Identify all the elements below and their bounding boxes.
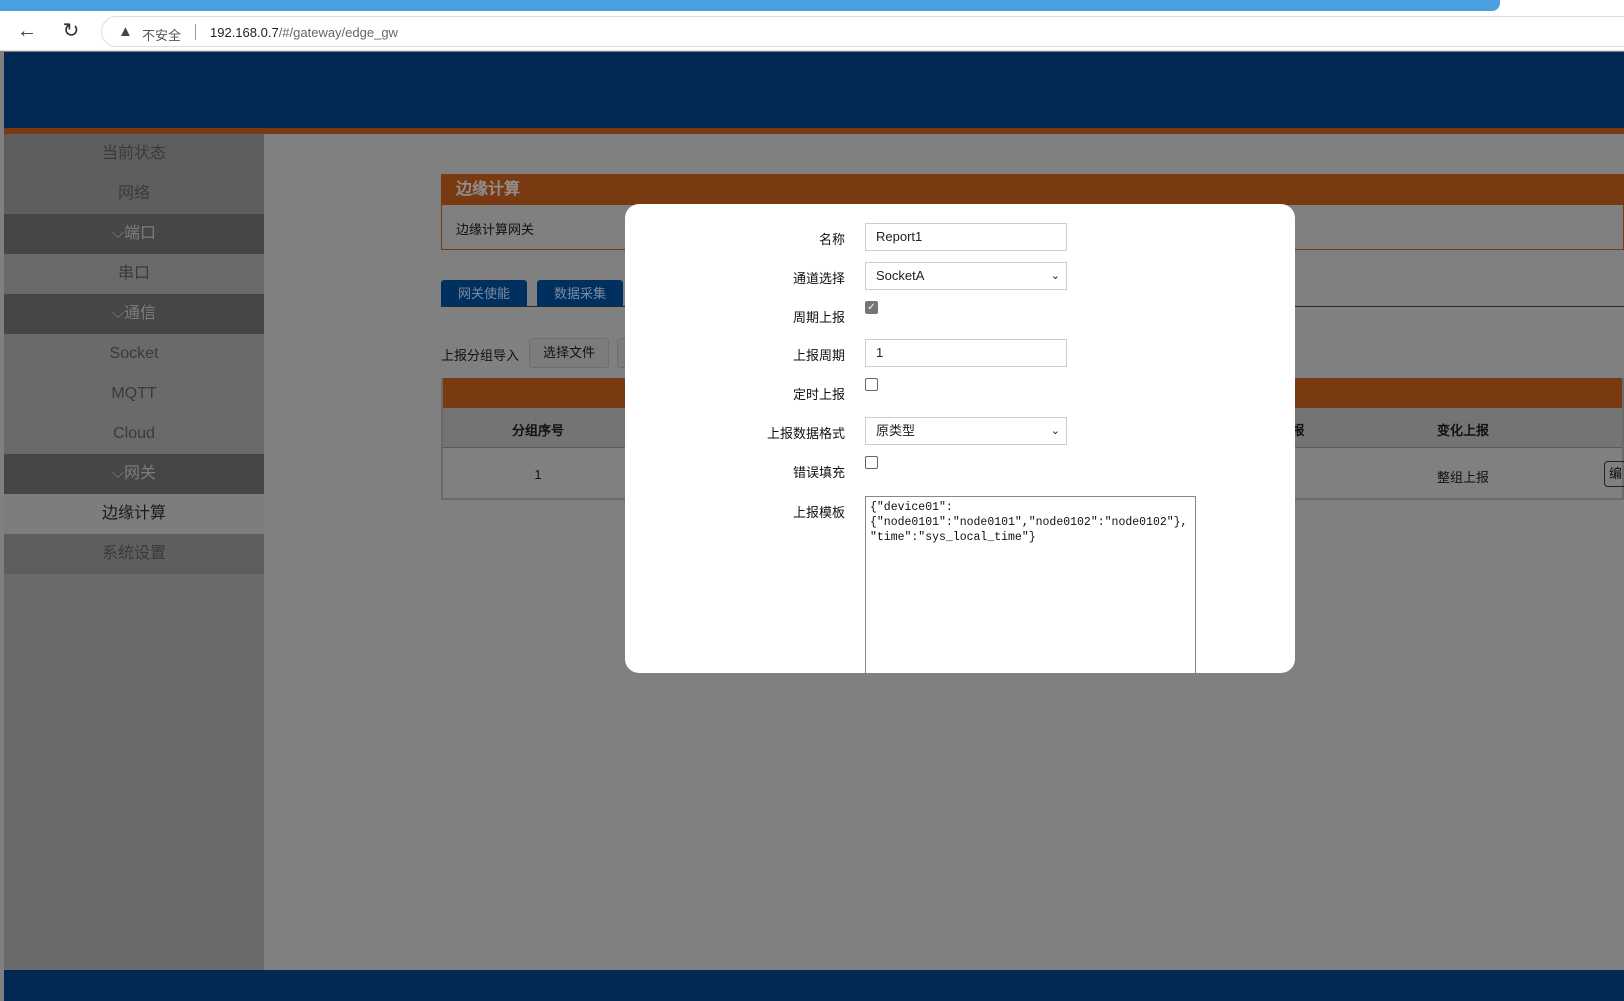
sidebar-item-socket[interactable]: Socket [4, 334, 264, 374]
format-select[interactable]: 原类型 ⌄ [865, 417, 1067, 445]
period-label: 上报周期 [792, 348, 845, 363]
edit-button[interactable]: 编辑 [1604, 461, 1624, 487]
col-change-report: 变化上报 [1436, 423, 1489, 438]
sidebar-group-gateway[interactable]: ⌵网关 [4, 454, 264, 494]
periodic-checkbox[interactable]: ✓ [865, 301, 878, 314]
report-edit-dialog: 名称 Report1 通道选择 SocketA ⌄ 周期上报 ✓ 上报周期 1 定… [625, 204, 1295, 673]
url-host: 192.168.0.7 [210, 25, 279, 40]
period-input[interactable]: 1 [865, 339, 1067, 367]
sidebar-group-comm[interactable]: ⌵通信 [4, 294, 264, 334]
tab-data-collection[interactable]: 数据采集 [537, 280, 623, 307]
name-input[interactable]: Report1 [865, 223, 1067, 251]
sidebar-item-serial[interactable]: 串口 [4, 254, 264, 294]
sidebar-item-cloud[interactable]: Cloud [4, 414, 264, 454]
cell-change-report: 整组上报 [1436, 470, 1489, 485]
name-label: 名称 [818, 232, 845, 247]
sidebar-item-edge-computing[interactable]: 边缘计算 [4, 494, 264, 534]
back-icon[interactable]: ← [15, 19, 39, 43]
sidebar: 当前状态 网络 ⌵端口 串口 ⌵通信 Socket MQTT Cloud ⌵网关… [4, 134, 264, 970]
browser-toolbar: ← ↻ ▲ 不安全 192.168.0.7/#/gateway/edge_gw [0, 11, 1624, 51]
url-text[interactable]: 192.168.0.7/#/gateway/edge_gw [210, 25, 398, 40]
panel-title: 边缘计算 [442, 175, 1623, 205]
app-footer [4, 970, 1624, 1001]
template-textarea[interactable]: {"device01": {"node0101":"node0101","nod… [865, 496, 1196, 673]
sidebar-group-port[interactable]: ⌵端口 [4, 214, 264, 254]
sidebar-item-system-settings[interactable]: 系统设置 [4, 534, 264, 574]
address-bar[interactable]: ▲ 不安全 192.168.0.7/#/gateway/edge_gw [101, 16, 1624, 47]
chevron-down-icon: ⌄ [1050, 270, 1060, 282]
security-label: 不安全 [142, 28, 182, 43]
cell-group-no: 1 [534, 467, 542, 482]
channel-value: SocketA [876, 268, 925, 283]
url-path: /#/gateway/edge_gw [278, 25, 398, 40]
choose-file-button[interactable]: 选择文件 [529, 338, 610, 368]
error-fill-checkbox[interactable] [865, 456, 878, 469]
import-label: 上报分组导入 [441, 348, 520, 363]
channel-label: 通道选择 [792, 271, 845, 286]
error-fill-label: 错误填充 [792, 465, 845, 480]
chevron-down-icon: ⌄ [1050, 425, 1060, 437]
channel-select[interactable]: SocketA ⌄ [865, 262, 1067, 290]
template-label: 上报模板 [792, 505, 845, 520]
sidebar-item-status[interactable]: 当前状态 [4, 134, 264, 174]
sidebar-item-mqtt[interactable]: MQTT [4, 374, 264, 414]
warning-icon: ▲ [118, 23, 133, 40]
format-label: 上报数据格式 [766, 426, 845, 441]
app-header [4, 52, 1624, 128]
timed-label: 定时上报 [792, 387, 845, 402]
timed-checkbox[interactable] [865, 378, 878, 391]
periodic-label: 周期上报 [792, 310, 845, 325]
reload-icon[interactable]: ↻ [59, 19, 83, 43]
tab-gateway-enable[interactable]: 网关使能 [441, 280, 527, 307]
format-value: 原类型 [876, 423, 916, 438]
browser-tab-strip [0, 0, 1624, 11]
col-group-no: 分组序号 [511, 423, 564, 438]
sidebar-item-network[interactable]: 网络 [4, 174, 264, 214]
